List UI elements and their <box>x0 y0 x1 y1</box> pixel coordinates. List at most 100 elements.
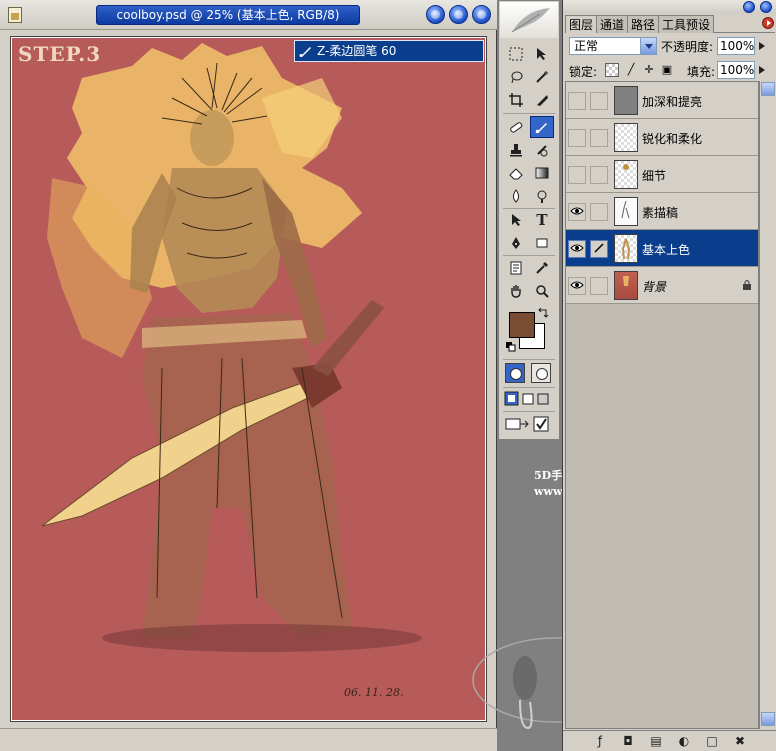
layer-link-toggle[interactable] <box>590 166 608 184</box>
brush-tool-icon <box>535 123 547 134</box>
lock-transparency-icon[interactable] <box>605 63 619 77</box>
eye-icon <box>570 207 584 215</box>
visibility-toggle[interactable] <box>568 203 586 221</box>
document-titlebar[interactable]: coolboy.psd @ 25% (基本上色, RGB/8) <box>0 0 497 30</box>
chevron-down-icon[interactable] <box>640 38 656 54</box>
layer-link-toggle[interactable] <box>590 240 608 258</box>
artwork-canvas[interactable]: STEP.3 Z-柔边圆笔 60 06. 11. 28. <box>12 38 485 720</box>
lock-label: 锁定: <box>569 65 598 79</box>
visibility-toggle[interactable] <box>568 129 586 147</box>
jump-to-imageready-icon[interactable] <box>504 415 556 435</box>
layer-list-scrollbar[interactable] <box>759 81 775 729</box>
zoom-tool[interactable] <box>530 280 554 302</box>
minimize-button[interactable] <box>426 5 445 24</box>
layer-row-selected[interactable]: 基本上色 <box>566 230 758 267</box>
slice-tool[interactable] <box>530 89 554 111</box>
lock-all-icon[interactable]: ▣ <box>660 63 674 77</box>
visibility-toggle[interactable] <box>568 240 586 258</box>
brush-tool[interactable] <box>530 116 554 138</box>
foreground-color-swatch[interactable] <box>509 312 535 338</box>
new-layer-icon[interactable]: □ <box>705 734 719 748</box>
layer-style-icon[interactable]: ƒ <box>593 734 607 748</box>
adjustment-layer-icon[interactable]: ◐ <box>677 734 691 748</box>
layer-thumbnail <box>614 234 638 263</box>
paint-brush-icon <box>594 243 604 253</box>
layer-link-toggle[interactable] <box>590 129 608 147</box>
dodge-tool[interactable] <box>530 185 554 207</box>
swap-colors-icon[interactable] <box>537 307 549 319</box>
maximize-button[interactable] <box>449 5 468 24</box>
pen-tool[interactable] <box>504 232 528 254</box>
brush-icon <box>299 47 311 57</box>
add-mask-icon[interactable]: ◘ <box>621 734 635 748</box>
blend-mode-select[interactable]: 正常 <box>569 37 657 55</box>
layer-row[interactable]: 细节 <box>566 156 758 193</box>
toolbox: T <box>498 0 560 440</box>
eraser-tool[interactable] <box>504 162 528 184</box>
lock-move-icon[interactable]: ✛ <box>642 63 656 77</box>
toolbox-header[interactable] <box>500 2 558 38</box>
standard-mode-button[interactable] <box>505 363 525 383</box>
layer-row[interactable]: 素描稿 <box>566 193 758 230</box>
lock-brush-icon[interactable]: ╱ <box>624 63 638 77</box>
opacity-input[interactable]: 100% <box>717 37 755 55</box>
detail-thumb-mark <box>623 164 629 170</box>
layer-link-toggle[interactable] <box>590 92 608 110</box>
move-tool[interactable] <box>530 43 554 65</box>
scroll-down-icon[interactable] <box>761 712 775 726</box>
path-selection-tool[interactable] <box>504 209 528 231</box>
tab-paths[interactable]: 路径 <box>627 15 660 33</box>
opacity-label: 不透明度: <box>661 40 714 54</box>
tab-channels[interactable]: 通道 <box>596 15 629 33</box>
blur-tool[interactable] <box>504 185 528 207</box>
notes-tool[interactable] <box>504 257 528 279</box>
fill-slider-arrow-icon[interactable] <box>756 62 770 78</box>
panel-topbar[interactable] <box>563 0 776 14</box>
brush-preset-label: Z-柔边圆笔 60 <box>317 44 397 58</box>
layer-row[interactable]: 加深和提亮 <box>566 82 758 119</box>
panel-minimize-button[interactable] <box>743 1 755 13</box>
layer-thumbnail <box>614 197 638 226</box>
marquee-tool[interactable] <box>504 43 528 65</box>
type-tool[interactable]: T <box>530 209 554 231</box>
visibility-toggle[interactable] <box>568 92 586 110</box>
type-icon: T <box>536 211 548 229</box>
visibility-toggle[interactable] <box>568 166 586 184</box>
tab-tool-presets[interactable]: 工具预设 <box>658 15 715 33</box>
screen-mode-icons[interactable] <box>504 391 556 407</box>
layer-row[interactable]: 锐化和柔化 <box>566 119 758 156</box>
crop-tool[interactable] <box>504 89 528 111</box>
history-brush-tool[interactable] <box>530 139 554 161</box>
lasso-tool[interactable] <box>504 66 528 88</box>
new-group-icon[interactable]: ▤ <box>649 734 663 748</box>
hand-tool[interactable] <box>504 280 528 302</box>
close-button[interactable] <box>472 5 491 24</box>
eyedropper-icon <box>536 262 548 274</box>
delete-layer-icon[interactable]: ✖ <box>733 734 747 748</box>
eyedropper-tool[interactable] <box>530 257 554 279</box>
visibility-toggle[interactable] <box>568 277 586 295</box>
palette-menu-arrow-icon[interactable] <box>762 17 774 29</box>
layer-link-toggle[interactable] <box>590 203 608 221</box>
fill-input[interactable]: 100% <box>717 61 755 79</box>
gradient-tool[interactable] <box>530 162 554 184</box>
default-colors-icon[interactable] <box>505 341 517 353</box>
document-status-bar <box>0 728 497 751</box>
healing-brush-tool[interactable] <box>504 116 528 138</box>
layer-list: 加深和提亮 锐化和柔化 细节 素描稿 基本上色 背景 <box>565 81 759 729</box>
scroll-up-icon[interactable] <box>761 82 775 96</box>
layer-name: 锐化和柔化 <box>642 132 703 146</box>
magic-wand-tool[interactable] <box>530 66 554 88</box>
tab-layers[interactable]: 图层 <box>565 15 598 33</box>
layer-thumbnail <box>614 123 638 152</box>
opacity-slider-arrow-icon[interactable] <box>756 38 770 54</box>
document-window: coolboy.psd @ 25% (基本上色, RGB/8) STEP.3 Z… <box>0 0 497 751</box>
move-icon <box>537 48 546 60</box>
brush-preset-indicator[interactable]: Z-柔边圆笔 60 <box>294 40 484 62</box>
layer-link-toggle[interactable] <box>590 277 608 295</box>
quick-mask-mode-button[interactable] <box>531 363 551 383</box>
shape-tool[interactable] <box>530 232 554 254</box>
panel-close-button[interactable] <box>760 1 772 13</box>
layer-row[interactable]: 背景 <box>566 267 758 304</box>
clone-stamp-tool[interactable] <box>504 139 528 161</box>
